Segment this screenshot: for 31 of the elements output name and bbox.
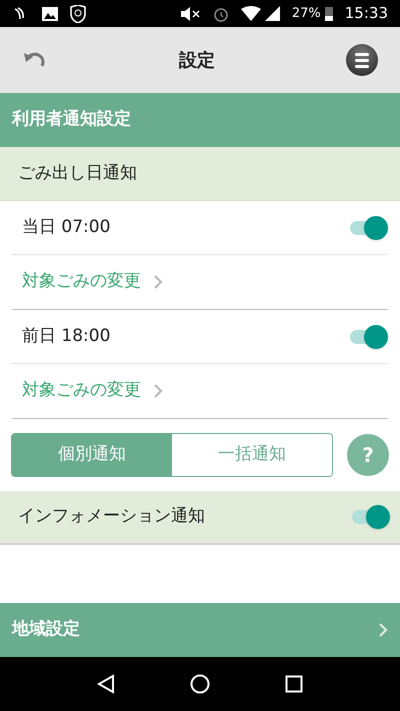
wifi-icon [240,6,261,21]
info-notification-label: インフォメーション通知 [18,505,206,528]
change-target-link[interactable]: 対象ごみの変更 [12,364,388,418]
menu-icon[interactable] [346,44,378,76]
help-button[interactable]: ? [347,434,389,476]
chevron-right-icon [153,274,163,290]
recents-icon[interactable] [284,675,303,693]
shield-icon [70,4,86,22]
signal-icon [264,6,280,21]
battery-percent: 27% [292,4,321,23]
region-title: 地域設定 [12,618,81,642]
toggle-switch[interactable] [348,216,388,240]
back-icon[interactable] [97,674,116,694]
chevron-right-icon [378,622,388,638]
notification-time: 当日 07:00 [22,216,112,239]
segment-tab[interactable]: 個別通知 [12,434,172,476]
clock-time: 15:33 [344,3,388,24]
alarm-icon [212,6,229,22]
home-icon[interactable] [190,674,210,694]
section-title: 利用者通知設定 [12,108,131,132]
toggle-switch[interactable] [348,324,388,348]
page-title: 設定 [178,48,216,72]
chevron-right-icon [153,383,163,399]
image-icon [42,6,58,20]
subsection-title: ごみ出し日通知 [18,162,137,185]
mute-icon [180,6,201,20]
battery-icon [324,6,333,21]
region-settings-bar[interactable]: 地域設定 [0,603,400,657]
toggle-switch[interactable] [350,505,390,529]
notification-time: 前日 18:00 [22,324,112,348]
change-target-link[interactable]: 対象ごみの変更 [12,255,388,309]
